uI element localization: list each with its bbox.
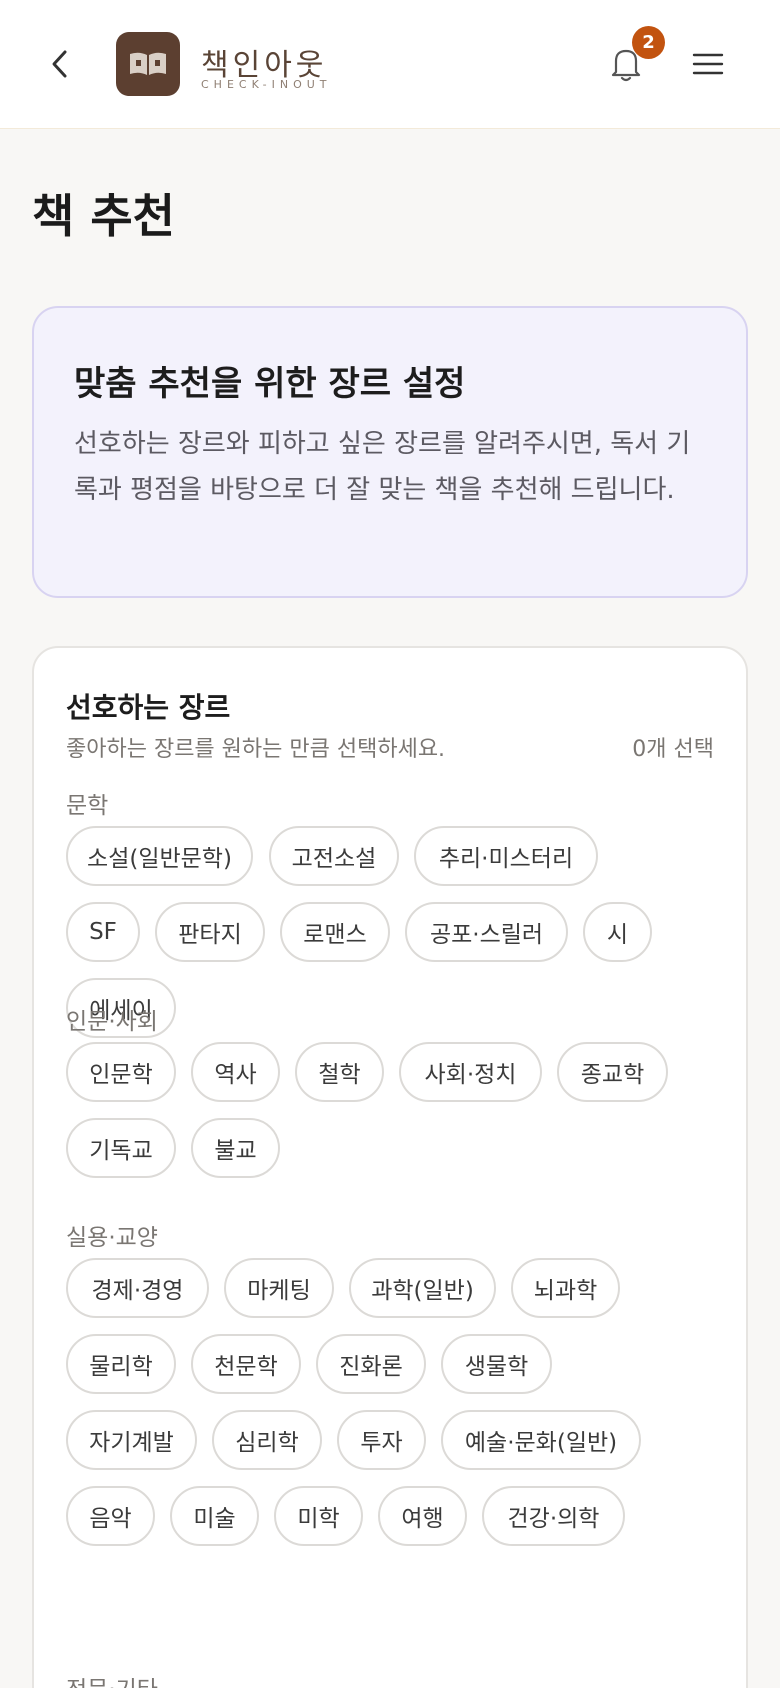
genre-chip[interactable]: SF <box>66 902 140 962</box>
genre-chip[interactable]: 공포·스릴러 <box>405 902 568 962</box>
hamburger-menu-icon <box>692 53 724 75</box>
genre-chip[interactable]: 음악 <box>66 1486 155 1546</box>
genre-chip[interactable]: 추리·미스터리 <box>414 826 598 886</box>
page-title: 책 추천 <box>32 189 175 243</box>
notification-badge: 2 <box>632 26 665 59</box>
genre-chip[interactable]: 고전소설 <box>269 826 399 886</box>
genre-chip[interactable]: 진화론 <box>316 1334 426 1394</box>
genre-chip[interactable]: 물리학 <box>66 1334 176 1394</box>
genre-chip[interactable]: 자기계발 <box>66 1410 197 1470</box>
open-book-icon <box>130 52 166 75</box>
category-label-practical: 실용·교양 <box>66 1225 158 1251</box>
genre-chip[interactable]: 사회·정치 <box>399 1042 542 1102</box>
info-card-title: 맞춤 추천을 위한 장르 설정 <box>74 364 466 404</box>
genre-chip[interactable]: 뇌과학 <box>511 1258 620 1318</box>
genre-chip[interactable]: 인문학 <box>66 1042 176 1102</box>
genre-chip[interactable]: 기독교 <box>66 1118 176 1178</box>
category-label-humanities: 인문·사회 <box>66 1009 158 1035</box>
back-button[interactable] <box>42 44 78 84</box>
preferred-genres-subtitle: 좋아하는 장르를 원하는 만큼 선택하세요. <box>66 737 446 762</box>
genre-chip[interactable]: 불교 <box>191 1118 280 1178</box>
preferred-genres-card: 선호하는 장르 좋아하는 장르를 원하는 만큼 선택하세요. 0개 선택 문학 … <box>32 646 748 1688</box>
genre-chip[interactable]: 마케팅 <box>224 1258 334 1318</box>
genre-chip[interactable]: 건강·의학 <box>482 1486 625 1546</box>
genre-chip[interactable]: 여행 <box>378 1486 467 1546</box>
genre-chip[interactable]: 경제·경영 <box>66 1258 209 1318</box>
app-header: 책인아웃 CHECK-INOUT 2 <box>0 0 780 129</box>
genre-chip[interactable]: 생물학 <box>441 1334 552 1394</box>
category-label-professional: 전문·기타 <box>66 1670 158 1688</box>
genre-chip[interactable]: 과학(일반) <box>349 1258 496 1318</box>
menu-button[interactable] <box>690 46 726 82</box>
genre-chip[interactable]: 시 <box>583 902 652 962</box>
genre-chip[interactable]: 천문학 <box>191 1334 301 1394</box>
app-logo[interactable] <box>116 32 180 96</box>
info-card-description: 선호하는 장르와 피하고 싶은 장르를 알려주시면, 독서 기록과 평점을 바탕… <box>74 429 691 505</box>
genre-chip[interactable]: 역사 <box>191 1042 280 1102</box>
genre-chip[interactable]: 미술 <box>170 1486 259 1546</box>
selected-count: 0개 선택 <box>632 737 714 762</box>
genre-settings-info-card: 맞춤 추천을 위한 장르 설정 선호하는 장르와 피하고 싶은 장르를 알려주시… <box>32 306 748 598</box>
genre-chip[interactable]: 심리학 <box>212 1410 322 1470</box>
category-label-literature: 문학 <box>66 793 109 819</box>
genre-chip[interactable]: 판타지 <box>155 902 265 962</box>
genre-chip[interactable]: 소설(일반문학) <box>66 826 253 886</box>
genre-chip[interactable]: 로맨스 <box>280 902 390 962</box>
genre-chip[interactable]: 예술·문화(일반) <box>441 1410 641 1470</box>
chevron-left-icon <box>52 50 67 78</box>
brand-subtitle: CHECK-INOUT <box>201 78 332 91</box>
genre-chip[interactable]: 투자 <box>337 1410 426 1470</box>
preferred-genres-title: 선호하는 장르 <box>66 691 231 724</box>
genre-chip[interactable]: 미학 <box>274 1486 363 1546</box>
genre-chip[interactable]: 종교학 <box>557 1042 668 1102</box>
genre-chip[interactable]: 철학 <box>295 1042 384 1102</box>
